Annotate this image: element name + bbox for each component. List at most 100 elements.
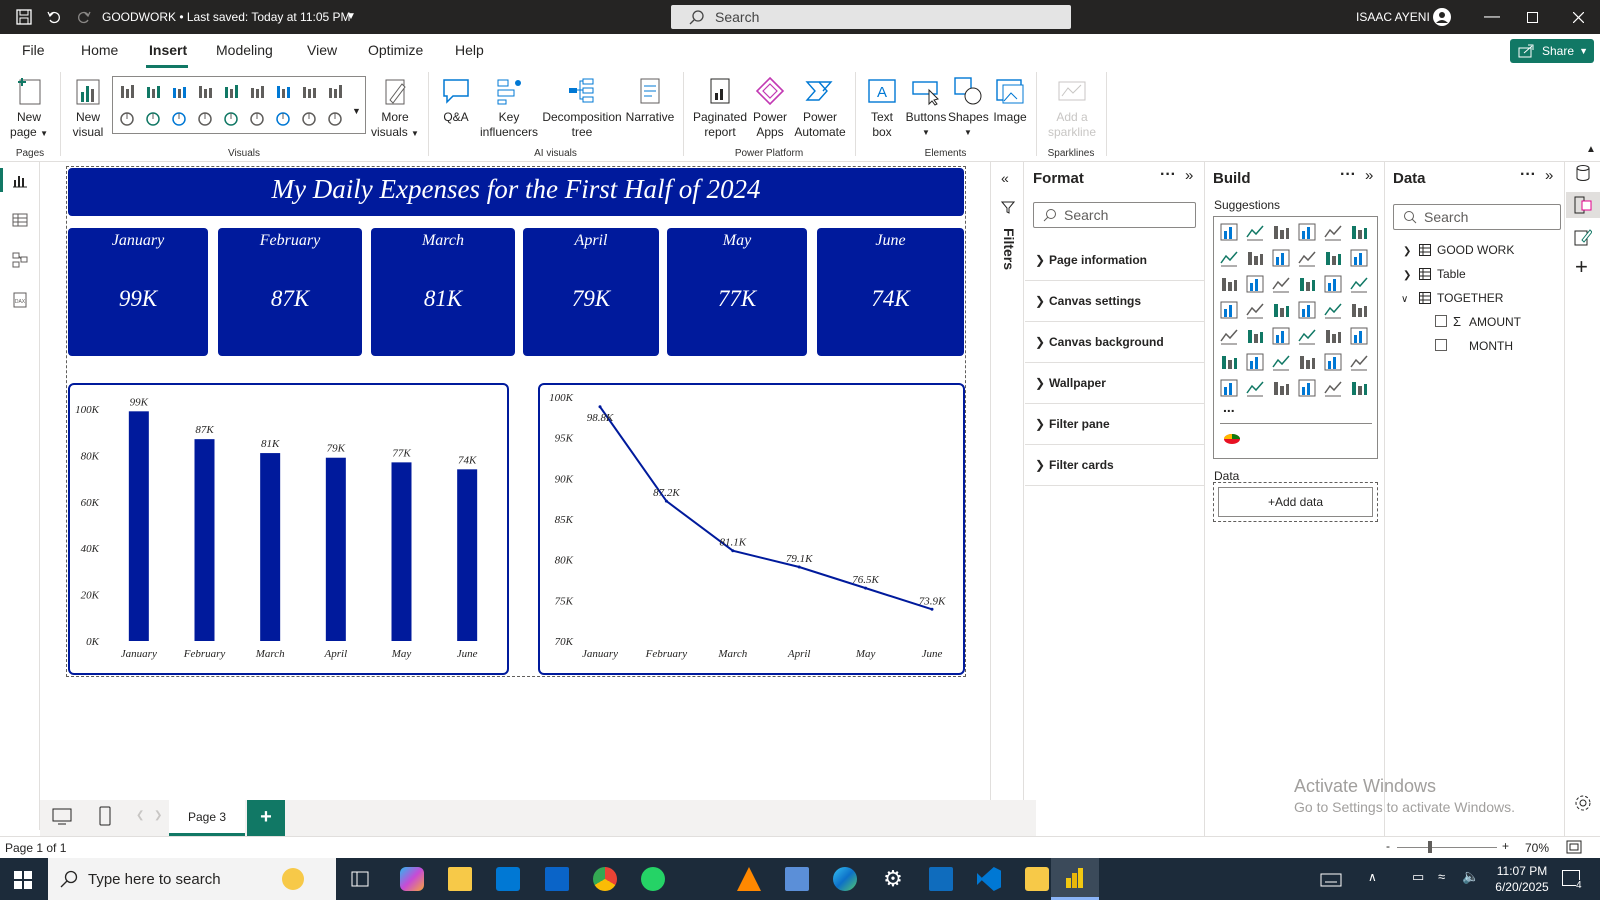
donut-visual-icon[interactable] bbox=[1350, 275, 1368, 293]
zoom-out-button[interactable]: - bbox=[1386, 839, 1390, 853]
treemap-visual-icon[interactable] bbox=[1220, 301, 1238, 319]
build-collapse-chevron-right-icon[interactable]: » bbox=[1365, 167, 1373, 184]
bar-visual-icon[interactable] bbox=[1220, 223, 1238, 241]
menu-view[interactable]: View bbox=[307, 42, 337, 58]
power-apps-visual-icon[interactable] bbox=[1324, 379, 1342, 397]
copilot-icon[interactable] bbox=[400, 867, 424, 891]
visuals-gallery[interactable] bbox=[112, 76, 366, 134]
power-apps-button[interactable]: Power Apps bbox=[750, 76, 790, 140]
azure-map-visual-icon[interactable] bbox=[1298, 301, 1316, 319]
menu-file[interactable]: File bbox=[22, 42, 45, 58]
kpi-card-february[interactable]: February 87K bbox=[218, 228, 362, 356]
treemap-visual-icon[interactable] bbox=[171, 111, 187, 127]
kpi-card-may[interactable]: May 77K bbox=[667, 228, 807, 356]
collapse-ribbon-chevron-up-icon[interactable]: ▲ bbox=[1586, 144, 1596, 155]
settings-gear-icon[interactable]: ⚙ bbox=[881, 867, 905, 891]
remote-desktop-icon[interactable] bbox=[785, 867, 809, 891]
table-together[interactable]: ∨ TOGETHER bbox=[1401, 291, 1503, 305]
line-visual-icon[interactable] bbox=[1220, 249, 1238, 267]
whatsapp-icon[interactable] bbox=[641, 867, 665, 891]
filters-pane-collapsed[interactable]: « Filters bbox=[990, 162, 1024, 800]
column-visual-icon[interactable] bbox=[1246, 223, 1264, 241]
clock[interactable]: 11:07 PM 6/20/2025 bbox=[1484, 863, 1560, 895]
funnel-visual-icon[interactable] bbox=[1272, 275, 1290, 293]
card-visual-icon[interactable] bbox=[249, 111, 265, 127]
text-box-button[interactable]: A Text box bbox=[864, 76, 900, 140]
expand-filters-chevron-left-icon[interactable]: « bbox=[1001, 170, 1009, 186]
data-pane-icon[interactable] bbox=[1574, 164, 1592, 182]
pie-visual-icon[interactable] bbox=[1324, 275, 1342, 293]
minimize-icon[interactable]: — bbox=[1484, 0, 1500, 34]
clustered-column-visual-icon[interactable] bbox=[197, 83, 213, 99]
menu-modeling[interactable]: Modeling bbox=[216, 42, 273, 58]
python-visual-visual-icon[interactable] bbox=[1220, 353, 1238, 371]
format-section-filter-pane[interactable]: ❯ Filter pane bbox=[1025, 404, 1204, 445]
snipping-tool-icon[interactable] bbox=[1025, 867, 1049, 891]
fit-to-page-icon[interactable] bbox=[1566, 840, 1582, 854]
new-visual-button[interactable]: New visual bbox=[66, 76, 110, 140]
vlc-icon[interactable] bbox=[737, 867, 761, 891]
kpi-visual-icon[interactable] bbox=[1246, 327, 1264, 345]
menu-home[interactable]: Home bbox=[81, 42, 118, 58]
map-visual-icon[interactable] bbox=[197, 111, 213, 127]
line-chart-visual[interactable]: 70K 75K 80K 85K 90K 95K 100K 98.8K January 87.2K F… bbox=[538, 383, 965, 675]
gauge-visual-icon[interactable] bbox=[1324, 301, 1342, 319]
menu-insert[interactable]: Insert bbox=[149, 42, 187, 58]
format-section-filter-cards[interactable]: ❯ Filter cards bbox=[1025, 445, 1204, 486]
format-more-options-icon[interactable]: ··· bbox=[1160, 166, 1176, 184]
share-button[interactable]: Share ▼ bbox=[1510, 39, 1594, 63]
field-checkbox[interactable] bbox=[1435, 315, 1447, 327]
clustered-bar-visual-icon[interactable] bbox=[171, 83, 187, 99]
stacked-bar-visual-icon[interactable] bbox=[1324, 223, 1342, 241]
data-more-options-icon[interactable]: ··· bbox=[1520, 166, 1536, 184]
trophy-visual-icon[interactable] bbox=[1350, 353, 1368, 371]
100-bar-visual-icon[interactable] bbox=[223, 83, 239, 99]
dax-query-view-icon[interactable]: DAX bbox=[12, 292, 28, 308]
kpi-card-june[interactable]: June 74K bbox=[817, 228, 964, 356]
format-collapse-chevron-right-icon[interactable]: » bbox=[1185, 167, 1193, 184]
paginated-report-button[interactable]: Paginated report bbox=[690, 76, 750, 140]
line-bar-visual-icon[interactable] bbox=[1220, 275, 1238, 293]
redo-icon[interactable] bbox=[76, 9, 92, 25]
power-automate-button[interactable]: Power Automate bbox=[792, 76, 848, 140]
area-visual-icon[interactable] bbox=[301, 83, 317, 99]
key-influencer-visual-icon[interactable] bbox=[1246, 353, 1264, 371]
goals-visual-icon[interactable] bbox=[1298, 379, 1316, 397]
ribbon-visual-icon[interactable] bbox=[1298, 249, 1316, 267]
narrative-visual-icon[interactable] bbox=[1324, 353, 1342, 371]
stacked-column-visual-icon[interactable] bbox=[145, 83, 161, 99]
custom-visual-icon[interactable] bbox=[1223, 432, 1241, 446]
wifi-icon[interactable]: ≈ bbox=[1438, 869, 1445, 884]
report-title[interactable]: My Daily Expenses for the First Half of … bbox=[68, 168, 964, 216]
paginated-visual-icon[interactable] bbox=[1220, 379, 1238, 397]
qa-button[interactable]: Q&A bbox=[438, 76, 474, 125]
undo-icon[interactable] bbox=[46, 9, 62, 25]
user-avatar-icon[interactable] bbox=[1432, 7, 1452, 27]
table-visual-icon[interactable] bbox=[1298, 327, 1316, 345]
map-visual-icon[interactable] bbox=[1246, 301, 1264, 319]
table-good-work[interactable]: ❯ GOOD WORK bbox=[1403, 243, 1514, 257]
area-visual-icon[interactable] bbox=[1246, 249, 1264, 267]
slicer-visual-icon[interactable] bbox=[1272, 327, 1290, 345]
new-page-button[interactable]: New page ▼ bbox=[6, 76, 52, 141]
format-search-input[interactable]: Search bbox=[1033, 202, 1196, 228]
windows-start-icon[interactable] bbox=[14, 871, 32, 889]
zoom-slider[interactable] bbox=[1397, 847, 1497, 848]
data-search-input[interactable]: Search bbox=[1393, 204, 1561, 230]
table-visual-icon[interactable] bbox=[301, 111, 317, 127]
line-column-visual-icon[interactable] bbox=[1350, 249, 1368, 267]
kpi-card-march[interactable]: March 81K bbox=[371, 228, 515, 356]
waterfall-visual-icon[interactable] bbox=[1324, 249, 1342, 267]
build-pane-icon[interactable] bbox=[1574, 196, 1592, 214]
more-visuals-button[interactable]: More visuals ▼ bbox=[368, 76, 422, 141]
add-page-button[interactable]: + bbox=[247, 800, 285, 836]
key-influencers-button[interactable]: Key influencers bbox=[478, 76, 540, 140]
menu-help[interactable]: Help bbox=[455, 42, 484, 58]
zoom-slider-thumb[interactable] bbox=[1428, 841, 1432, 853]
kpi-card-april[interactable]: April 79K bbox=[523, 228, 659, 356]
shapes-button[interactable]: Shapes ▼ bbox=[948, 76, 989, 140]
filled-map-visual-icon[interactable] bbox=[1272, 301, 1290, 319]
line-column-visual-icon[interactable] bbox=[327, 83, 343, 99]
buttons-button[interactable]: Buttons ▼ bbox=[904, 76, 948, 140]
table-table[interactable]: ❯ Table bbox=[1403, 267, 1466, 281]
